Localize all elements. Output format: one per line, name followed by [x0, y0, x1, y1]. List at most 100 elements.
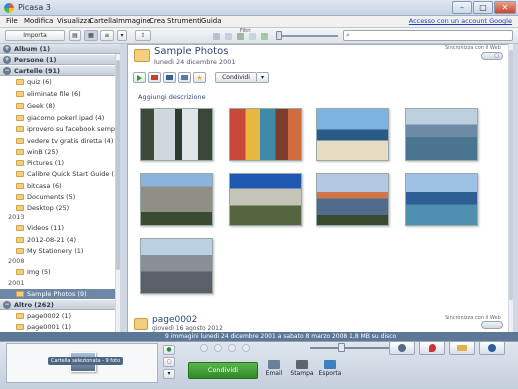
section-altro[interactable]: − Altro (262)	[0, 300, 120, 310]
photo-thumbnail[interactable]	[405, 173, 478, 226]
search-input[interactable]: ⌕	[343, 30, 513, 41]
section-album[interactable]: + Album (1)	[0, 44, 120, 54]
folder-item[interactable]: Desktop (25)	[0, 203, 115, 213]
google-account-link[interactable]: Accesso con un account Google	[409, 17, 512, 25]
photo-thumbnail[interactable]	[140, 108, 213, 161]
menu-crea[interactable]: Crea	[149, 17, 165, 25]
add-description-link[interactable]: Aggiungi descrizione	[138, 93, 206, 101]
minimize-button[interactable]: –	[452, 1, 472, 14]
folder-label: 2012-08-21 (4)	[27, 236, 77, 244]
photo-thumbnail[interactable]	[229, 173, 302, 226]
add-to-album-icon[interactable]: ▾	[163, 369, 175, 379]
menu-modifica[interactable]: Modifica	[24, 17, 53, 25]
print-button[interactable]: Stampa	[290, 360, 314, 377]
upload-icon[interactable]: ⇪	[135, 30, 151, 41]
section-persone[interactable]: + Persone (1)	[0, 55, 120, 65]
folder-item[interactable]: page0002 (1)	[0, 311, 115, 321]
upload-filter-icon[interactable]	[237, 33, 244, 40]
share-dropdown-chevron-down-icon[interactable]: ▾	[257, 72, 269, 83]
folder-icon	[16, 79, 24, 85]
folder-item[interactable]: vedere tv gratis diretta (4)	[0, 136, 115, 146]
collage-icon[interactable]	[148, 72, 161, 83]
folder-icon	[16, 183, 24, 189]
geotag-filter-icon[interactable]	[261, 33, 268, 40]
folder-item[interactable]: My Stationery (1)	[0, 246, 115, 256]
folder-icon	[16, 194, 24, 200]
photo-thumbnail[interactable]	[140, 173, 213, 226]
maximize-button[interactable]: □	[473, 1, 493, 14]
movie-icon[interactable]	[163, 72, 176, 83]
email-button[interactable]: Email	[262, 360, 286, 377]
folder-item[interactable]: eliminate file (6)	[0, 89, 115, 99]
tags-tool-button[interactable]	[449, 341, 475, 355]
star-icon[interactable]: ★	[193, 72, 206, 83]
import-button[interactable]: Importa	[5, 30, 65, 41]
video-filter-icon[interactable]	[225, 33, 232, 40]
folder-icon	[16, 225, 24, 231]
rotate-right-icon[interactable]	[214, 344, 222, 352]
main-scroll-thumb[interactable]	[509, 50, 513, 300]
view-dropdown[interactable]: ▾	[117, 30, 127, 41]
people-tool-button[interactable]	[389, 341, 415, 355]
menu-file[interactable]: File	[6, 17, 18, 25]
menu-strumenti[interactable]: Strumenti	[167, 17, 202, 25]
year-label: 2001	[8, 279, 25, 287]
edit-icon[interactable]	[242, 344, 250, 352]
folder-item[interactable]: winB (25)	[0, 147, 115, 157]
sync-web-toggle[interactable]	[481, 321, 503, 329]
folder-item[interactable]: iprovero su facebook sempa ...	[0, 124, 115, 134]
share-button[interactable]: Condividi	[188, 362, 258, 379]
close-button[interactable]: ✕	[494, 1, 516, 14]
photo-thumbnail[interactable]	[316, 173, 389, 226]
photo-thumbnail[interactable]	[229, 108, 302, 161]
sync-web-toggle[interactable]: ▢	[481, 52, 503, 60]
folder-label: Img (5)	[27, 268, 51, 276]
share-button[interactable]: Condividi	[215, 72, 257, 83]
section-cartelle[interactable]: − Cartelle (91)	[0, 66, 120, 76]
folder-label: Calibre Quick Start Guide (1) (1)	[27, 170, 115, 178]
folder-item[interactable]: Documents (5)	[0, 192, 115, 202]
menu-immagine[interactable]: Immagine	[116, 17, 151, 25]
people-filter-icon[interactable]	[249, 33, 256, 40]
grid-view-button[interactable]: ▦	[84, 30, 98, 41]
clear-icon[interactable]: ○	[163, 357, 175, 367]
filter-slider-track	[278, 35, 338, 37]
play-slideshow-icon[interactable]	[133, 72, 146, 83]
tree-view-button[interactable]: ≡	[100, 30, 114, 41]
folder-item[interactable]: Geek (8)	[0, 101, 115, 111]
picasa-logo-icon	[4, 3, 14, 13]
filter-slider-knob[interactable]	[276, 31, 282, 40]
folder-icon	[16, 138, 24, 144]
hold-icon[interactable]: ●	[163, 345, 175, 355]
folder-item[interactable]: page0001 (1)	[0, 322, 115, 332]
folder-item[interactable]: Pictures (1)	[0, 158, 115, 168]
folder-item[interactable]: Videos (11)	[0, 223, 115, 233]
photo-thumbnail[interactable]	[140, 238, 213, 294]
export-button[interactable]: Esporta	[318, 360, 342, 377]
folder-item[interactable]: 2012-08-21 (4)	[0, 235, 115, 245]
photo-thumbnail[interactable]	[316, 108, 389, 161]
star-icon[interactable]	[228, 344, 236, 352]
upload-icon[interactable]	[178, 72, 191, 83]
menu-visualizza[interactable]: Visualizza	[57, 17, 91, 25]
info-tool-button[interactable]	[479, 341, 505, 355]
thumbnail-size-knob[interactable]	[338, 343, 345, 352]
folder-item[interactable]: Img (5)	[0, 267, 115, 277]
folder-item[interactable]: quiz (6)	[0, 77, 115, 87]
folder-item-selected[interactable]: Sample Photos (9)	[0, 289, 115, 299]
sidebar-scroll-thumb[interactable]	[116, 60, 120, 270]
folder-item[interactable]: Calibre Quick Start Guide (1) (1)	[0, 169, 115, 179]
folder-item[interactable]: bitcasa (6)	[0, 181, 115, 191]
geotag-tool-button[interactable]	[419, 341, 445, 355]
rotate-left-icon[interactable]	[200, 344, 208, 352]
menu-guida[interactable]: Guida	[201, 17, 222, 25]
photo-thumbnail[interactable]	[405, 108, 478, 161]
folder-label: Pictures (1)	[27, 159, 65, 167]
folder-label: Geek (8)	[27, 102, 56, 110]
star-filter-icon[interactable]	[213, 33, 220, 40]
library-view-button[interactable]: ▤	[69, 30, 81, 41]
folder-item[interactable]: giacomo pokerl ipad (4)	[0, 113, 115, 123]
folder-icon	[16, 149, 24, 155]
menu-cartella[interactable]: Cartella	[89, 17, 116, 25]
export-icon	[324, 360, 336, 369]
